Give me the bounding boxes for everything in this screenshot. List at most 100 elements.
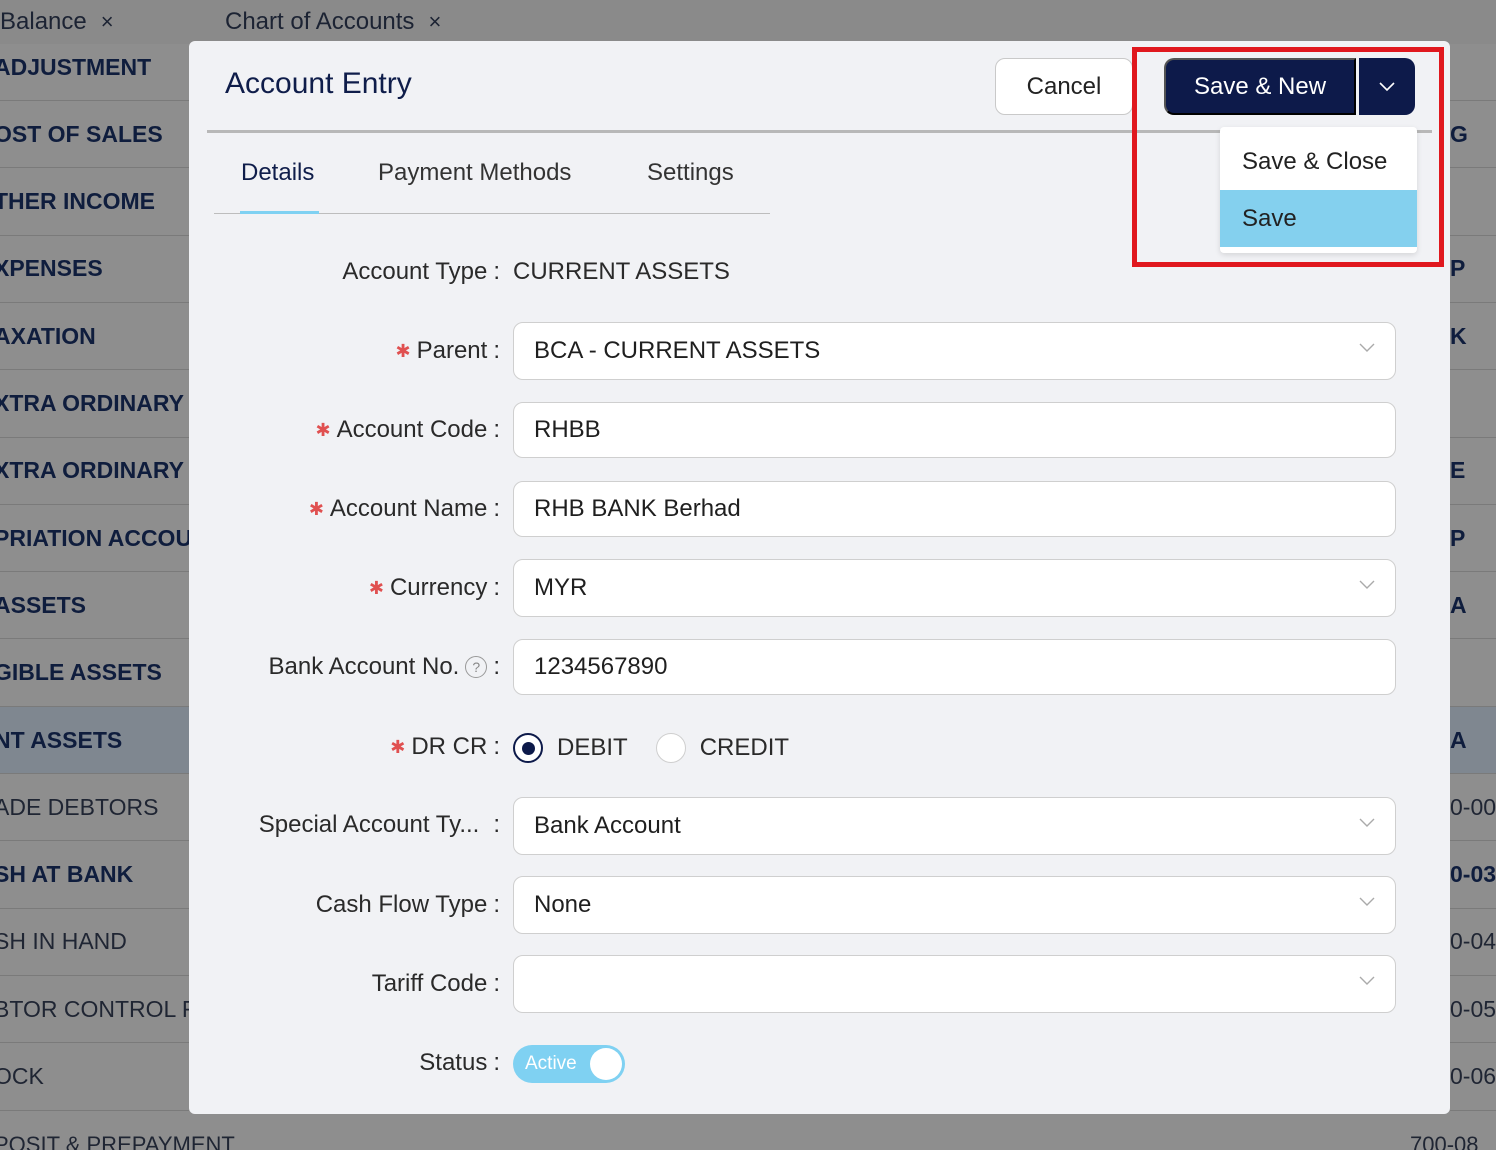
background-account-list: ADJUSTMENT OST OF SALES THER INCOME XPENSES… <box>0 44 189 1150</box>
list-item-code: 0-06 <box>1450 1044 1496 1111</box>
parent-select[interactable]: BCA - CURRENT ASSETS <box>513 322 1396 380</box>
list-item-code <box>1450 169 1496 236</box>
list-item: POSIT & PREPAYMENT <box>0 1132 235 1150</box>
account-entry-modal: Account Entry Cancel Save & New Save & C… <box>189 41 1450 1114</box>
chevron-down-icon <box>1359 897 1375 906</box>
chevron-down-icon <box>1359 976 1375 985</box>
bank-account-input[interactable]: 1234567890 <box>513 639 1396 695</box>
list-item: SH IN HAND <box>0 909 189 976</box>
currency-label: ✱ Currency: <box>368 574 500 601</box>
list-item: XTRA ORDINARY <box>0 371 189 438</box>
label-text: Bank Account No. <box>268 653 460 680</box>
tab-details[interactable]: Details <box>241 159 314 187</box>
background-bottom-row: POSIT & PREPAYMENT 700-08 <box>0 1114 1496 1150</box>
account-name-value: RHB BANK Berhad <box>534 495 741 522</box>
list-item-code: 0-05 <box>1450 976 1496 1044</box>
required-icon: ✱ <box>315 419 331 440</box>
debit-label[interactable]: DEBIT <box>557 734 628 762</box>
account-code-label: ✱ Account Code: <box>315 416 500 443</box>
tab-label: Balance <box>0 8 87 35</box>
label-text: Account Type <box>342 258 488 285</box>
list-item: ADE DEBTORS <box>0 774 189 842</box>
list-item: OCK <box>0 1044 189 1111</box>
list-item-code: A <box>1450 707 1496 774</box>
list-item: AXATION <box>0 303 189 371</box>
tab-label: Chart of Accounts <box>225 8 415 35</box>
help-icon[interactable]: ? <box>465 656 488 678</box>
chevron-down-icon <box>1359 343 1375 352</box>
list-item: XPENSES <box>0 236 189 303</box>
list-item: OST OF SALES <box>0 101 189 169</box>
required-icon: ✱ <box>395 340 411 361</box>
required-icon: ✱ <box>308 498 324 519</box>
list-item: ASSETS <box>0 572 189 640</box>
list-item-code: P <box>1450 236 1496 303</box>
cancel-button[interactable]: Cancel <box>995 58 1133 115</box>
account-type-value: CURRENT ASSETS <box>513 258 730 285</box>
currency-select[interactable]: MYR <box>513 559 1396 617</box>
debit-radio[interactable] <box>513 733 543 763</box>
list-item: GIBLE ASSETS <box>0 640 189 707</box>
cash-flow-type-label: Cash Flow Type: <box>315 891 500 918</box>
account-name-label: ✱ Account Name: <box>308 495 500 522</box>
credit-label[interactable]: CREDIT <box>700 734 789 762</box>
cash-flow-type-value: None <box>534 891 592 918</box>
chevron-down-icon <box>1359 580 1375 589</box>
list-item-code: K <box>1450 303 1496 371</box>
label-text: Account Code <box>336 416 488 443</box>
special-account-type-value: Bank Account <box>534 812 681 839</box>
list-item: ADJUSTMENT <box>0 44 189 101</box>
currency-select-value: MYR <box>534 574 588 601</box>
list-item: PRIATION ACCOU <box>0 505 189 573</box>
list-item: NT ASSETS <box>0 707 189 774</box>
chevron-down-icon <box>1359 818 1375 827</box>
list-item-code: 0-00 <box>1450 774 1496 842</box>
tab-chart-of-accounts[interactable]: Chart of Accounts × <box>225 8 441 36</box>
status-toggle-text: Active <box>525 1053 577 1074</box>
label-text: Status <box>419 1049 488 1076</box>
parent-select-value: BCA - CURRENT ASSETS <box>534 337 821 364</box>
account-code-value: RHBB <box>534 416 601 443</box>
list-item-code: 0-04 <box>1450 909 1496 976</box>
background-code-column: G P K E P A A 0-00 0-03 0-04 0-05 0-06 <box>1450 44 1496 1150</box>
toggle-knob <box>590 1048 622 1080</box>
label-text: Currency <box>389 574 488 601</box>
special-account-type-select[interactable]: Bank Account <box>513 797 1396 855</box>
list-item-code <box>1450 44 1496 101</box>
list-item-code: 0-03 <box>1450 842 1496 909</box>
modal-title: Account Entry <box>225 67 412 100</box>
tab-settings[interactable]: Settings <box>647 159 734 187</box>
status-toggle[interactable]: Active <box>513 1045 625 1083</box>
tab-balance[interactable]: Balance × <box>0 8 114 36</box>
background-tab-bar: Balance × Chart of Accounts × <box>0 0 1496 44</box>
account-code-input[interactable]: RHBB <box>513 402 1396 458</box>
tariff-code-label: Tariff Code: <box>371 970 500 997</box>
highlight-annotation <box>1132 47 1444 267</box>
label-text: Tariff Code <box>371 970 488 997</box>
special-account-type-label: Special Account Ty...: <box>258 811 500 838</box>
required-icon: ✱ <box>368 577 384 598</box>
close-icon[interactable]: × <box>101 9 114 34</box>
list-item-code: A <box>1450 572 1496 640</box>
list-item-code <box>1450 371 1496 438</box>
bank-account-value: 1234567890 <box>534 653 668 680</box>
account-name-input[interactable]: RHB BANK Berhad <box>513 481 1396 537</box>
credit-radio[interactable] <box>655 733 686 763</box>
tariff-code-select[interactable] <box>513 955 1396 1013</box>
list-item: SH AT BANK <box>0 842 189 909</box>
status-label: Status: <box>419 1049 500 1076</box>
label-text: Parent <box>416 337 488 364</box>
list-item: THER INCOME <box>0 169 189 236</box>
list-item-code: 700-08 <box>1410 1132 1479 1150</box>
list-item-code: E <box>1450 438 1496 505</box>
label-text: DR CR <box>411 733 488 760</box>
close-icon[interactable]: × <box>428 9 441 34</box>
active-tab-indicator <box>240 211 319 214</box>
tab-payment-methods[interactable]: Payment Methods <box>378 159 571 187</box>
list-item: BTOR CONTROL F <box>0 976 189 1044</box>
list-item-code: P <box>1450 505 1496 573</box>
list-item: XTRA ORDINARY <box>0 438 189 505</box>
drcr-label: ✱ DR CR: <box>390 733 500 760</box>
drcr-radio-group: DEBIT CREDIT <box>513 731 817 765</box>
cash-flow-type-select[interactable]: None <box>513 876 1396 934</box>
